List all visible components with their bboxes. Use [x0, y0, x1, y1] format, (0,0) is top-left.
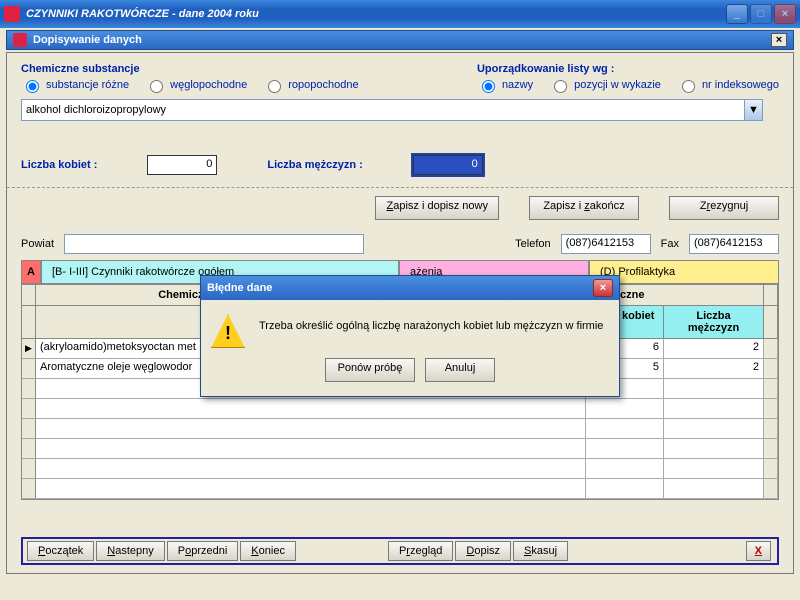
dropdown-toggle[interactable]: ▼	[744, 100, 762, 120]
save-and-add-button[interactable]: Zapisz i dopisz nowy	[375, 196, 499, 220]
substances-legend: Chemiczne substancje	[21, 63, 359, 77]
nav-begin-button[interactable]: Początek	[27, 541, 94, 561]
minimize-button[interactable]: _	[726, 4, 748, 24]
nav-prev-button[interactable]: Poprzedni	[167, 541, 239, 561]
navigation-bar: Początek Nastepny Poprzedni Koniec Przeg…	[21, 537, 779, 565]
main-titlebar: CZYNNIKI RAKOTWÓRCZE - dane 2004 roku _ …	[0, 0, 800, 28]
dialog-close-button[interactable]: ×	[593, 279, 613, 297]
nav-end-button[interactable]: Koniec	[240, 541, 296, 561]
radio-order-nrindeks[interactable]: nr indeksowego	[677, 77, 779, 93]
subwindow-titlebar: Dopisywanie danych ×	[6, 30, 794, 50]
powiat-input[interactable]	[64, 234, 364, 254]
dialog-titlebar: Błędne dane ×	[201, 276, 619, 300]
maximize-button[interactable]: □	[750, 4, 772, 24]
fax-label: Fax	[661, 238, 679, 250]
radio-order-pozycji[interactable]: pozycji w wykazie	[549, 77, 661, 93]
radio-substancje-rozne[interactable]: substancje różne	[21, 77, 129, 93]
men-input[interactable]: 0	[413, 155, 483, 175]
resign-button[interactable]: Zrezygnuj	[669, 196, 779, 220]
save-and-close-button[interactable]: Zapisz i zakończ	[529, 196, 639, 220]
nav-add-button[interactable]: Dopisz	[455, 541, 511, 561]
men-label: Liczba mężczyzn :	[267, 159, 362, 171]
col-men: Liczba mężczyzn	[664, 306, 764, 338]
close-button[interactable]: ×	[774, 4, 796, 24]
tab-a[interactable]: A	[21, 260, 41, 284]
radio-order-nazwy[interactable]: nazwy	[477, 77, 533, 93]
subwindow-icon	[13, 33, 27, 47]
substance-dropdown[interactable]: alkohol dichloroizopropylowy ▼	[21, 99, 763, 121]
dialog-cancel-button[interactable]: Anuluj	[425, 358, 495, 382]
dialog-retry-button[interactable]: Ponów próbę	[325, 358, 415, 382]
ordering-group: Uporządkowanie listy wg : nazwy pozycji …	[477, 63, 779, 93]
subwindow-title: Dopisywanie danych	[33, 34, 142, 46]
row-marker-icon: ▶	[22, 339, 36, 358]
nav-delete-button[interactable]: Skasuj	[513, 541, 568, 561]
dialog-title: Błędne dane	[207, 282, 272, 294]
subwindow-close-button[interactable]: ×	[771, 33, 787, 47]
women-label: Liczba kobiet :	[21, 159, 97, 171]
radio-ropopochodne[interactable]: ropopochodne	[263, 77, 358, 93]
radio-weglopochodne[interactable]: węglopochodne	[145, 77, 247, 93]
nav-view-button[interactable]: Przegląd	[388, 541, 453, 561]
telefon-input[interactable]: (087)6412153	[561, 234, 651, 254]
window-title: CZYNNIKI RAKOTWÓRCZE - dane 2004 roku	[26, 8, 259, 20]
error-dialog: Błędne dane × Trzeba określić ogólną lic…	[200, 275, 620, 397]
nav-exit-button[interactable]: X	[746, 541, 771, 561]
substances-group: Chemiczne substancje substancje różne wę…	[21, 63, 359, 93]
nav-next-button[interactable]: Nastepny	[96, 541, 164, 561]
telefon-label: Telefon	[515, 238, 550, 250]
dropdown-value: alkohol dichloroizopropylowy	[26, 104, 166, 116]
powiat-label: Powiat	[21, 238, 54, 250]
women-input[interactable]: 0	[147, 155, 217, 175]
ordering-legend: Uporządkowanie listy wg :	[477, 63, 779, 77]
warning-icon	[211, 314, 245, 348]
app-icon	[4, 6, 20, 22]
dialog-message: Trzeba określić ogólną liczbę narażonych…	[259, 314, 603, 332]
fax-input[interactable]: (087)6412153	[689, 234, 779, 254]
